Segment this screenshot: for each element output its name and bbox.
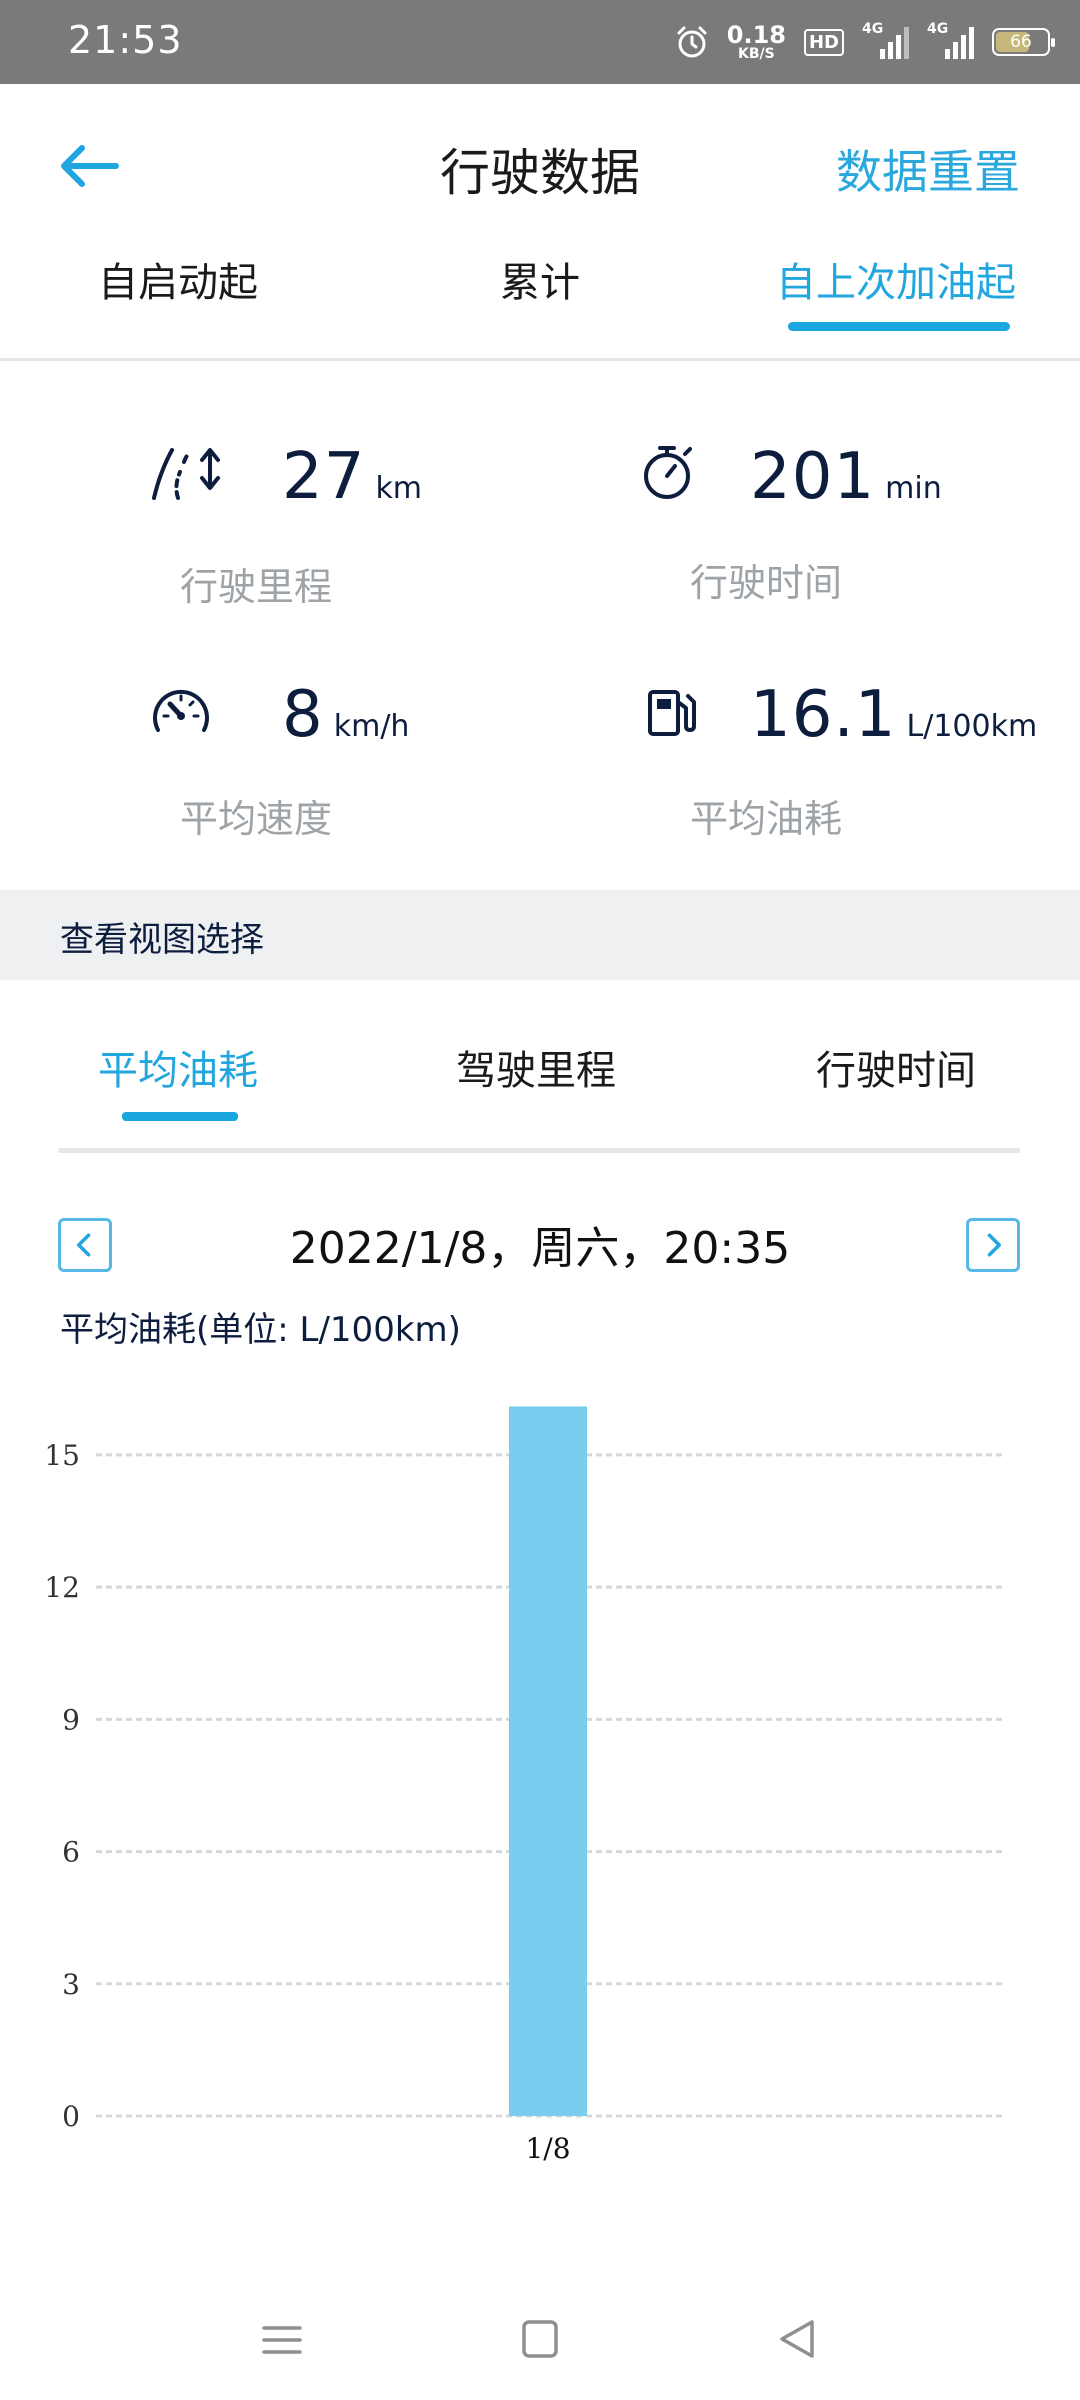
speed-value: 8 km/h [282,678,410,752]
fuel-unit: L/100km [906,709,1038,744]
speed-unit: km/h [333,709,410,744]
fuel-label: 平均油耗 [690,797,843,841]
fuel-consumption-chart: 0 3 6 9 12 15 1/8 [44,1406,1004,2165]
y-tick-label: 6 [62,1836,80,1869]
time-label: 行驶时间 [690,561,843,605]
tab-since-start[interactable]: 自启动起 [98,250,258,308]
fuel-value: 16.1 L/100km [750,678,1038,752]
home-square-icon[interactable] [500,2300,580,2380]
system-nav-bar [0,2270,1080,2400]
tab-driving-distance[interactable]: 驾驶里程 [456,1038,616,1096]
view-select-label: 查看视图选择 [60,920,264,960]
tab-indicator [788,322,1010,331]
time-unit: min [885,471,942,506]
signal-icon-sim2: 4G [927,21,974,59]
status-time: 21:53 [68,18,183,62]
date-label: 2022/1/8，周六，20:35 [289,1223,791,1274]
y-tick-label: 15 [44,1439,80,1472]
reset-data-button[interactable]: 数据重置 [836,136,1020,202]
network-speed: 0.18 KB/S [726,21,786,62]
distance-unit: km [375,471,423,506]
y-tick-label: 9 [62,1703,80,1736]
speedometer-icon [153,689,209,732]
tab-avg-fuel[interactable]: 平均油耗 [98,1038,258,1096]
y-tick-label: 12 [44,1571,80,1604]
view-select-header: 查看视图选择 [0,890,1080,980]
chevron-right-icon[interactable] [966,1218,1020,1272]
stopwatch-icon [644,446,692,499]
bar [509,1406,587,2116]
time-value: 201 min [750,440,942,514]
speed-label: 平均速度 [180,797,333,841]
divider [58,1148,1020,1153]
road-distance-icon [152,448,220,500]
tab-cumulative[interactable]: 累计 [500,250,580,308]
battery-icon: 66 [992,28,1055,56]
tab-since-refuel[interactable]: 自上次加油起 [776,250,1016,308]
alarm-icon [677,26,707,58]
fuel-pump-icon [648,690,696,736]
tab-driving-time[interactable]: 行驶时间 [816,1038,976,1096]
hd-voice-badge: HD [803,28,844,56]
y-tick-label: 0 [62,2100,80,2133]
distance-value: 27 km [282,440,423,514]
chart-title: 平均油耗(单位: L/100km) [60,1310,461,1350]
y-tick-label: 3 [62,1968,80,2001]
distance-label: 行驶里程 [180,565,333,609]
x-tick-label: 1/8 [525,2132,570,2165]
status-icons: 0.18 KB/S HD 4G 4G 66 [675,18,1055,66]
status-bar: 21:53 0.18 KB/S HD 4G 4G 66 [0,0,1080,84]
subtab-indicator [122,1112,238,1121]
divider [0,358,1080,361]
back-triangle-icon[interactable] [758,2300,838,2380]
menu-icon[interactable] [242,2300,322,2380]
signal-icon-sim1: 4G [862,21,909,59]
